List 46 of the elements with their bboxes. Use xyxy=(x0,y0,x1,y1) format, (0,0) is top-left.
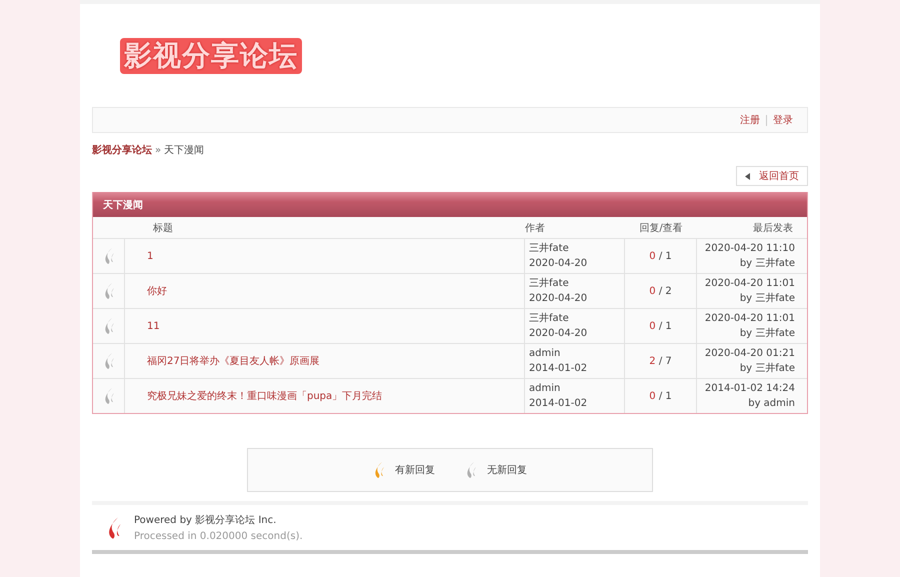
post-date: 2014-01-02 xyxy=(529,362,588,376)
last-post-time: 2014-01-02 14:24 xyxy=(704,382,795,396)
thread-title-link[interactable]: 你好 xyxy=(147,284,167,298)
thread-title-link[interactable]: 究极兄妹之爱的终末！重口味漫画「pupa」下月完结 xyxy=(147,389,382,403)
thread-title-link[interactable]: 福冈27日将举办《夏目友人帐》原画展 xyxy=(147,354,320,368)
last-post-time: 2020-04-20 11:01 xyxy=(704,312,795,326)
author-name[interactable]: 三井fate xyxy=(529,241,569,256)
last-post-author[interactable]: by 三井fate xyxy=(740,291,795,306)
author-name[interactable]: admin xyxy=(529,381,560,396)
column-header: 回复/查看 xyxy=(638,222,684,234)
post-date: 2020-04-20 xyxy=(529,327,588,341)
thread-title-link[interactable]: 1 xyxy=(147,250,154,262)
post-date: 2014-01-02 xyxy=(529,397,588,411)
nav-link[interactable]: 登录 xyxy=(773,113,793,127)
reply-view-count: 0 / 1 xyxy=(649,250,672,262)
back-home-button[interactable]: 返回首页 xyxy=(736,166,808,186)
last-post-time: 2020-04-20 11:01 xyxy=(704,277,795,291)
column-header: 标题 xyxy=(152,222,174,234)
author-name[interactable]: admin xyxy=(529,346,560,361)
breadcrumb-current: 天下漫闻 xyxy=(164,144,204,157)
post-date: 2020-04-20 xyxy=(529,257,588,271)
reply-view-count: 2 / 7 xyxy=(649,356,672,366)
author-name[interactable]: 三井fate xyxy=(529,311,569,326)
nav-link[interactable]: 注册 xyxy=(740,113,760,127)
reply-view-count: 0 / 2 xyxy=(649,286,672,296)
last-post-author[interactable]: by 三井fate xyxy=(740,326,795,341)
last-post-author[interactable]: by admin xyxy=(748,396,795,411)
column-header: 作者 xyxy=(524,222,546,234)
author-name[interactable]: 三井fate xyxy=(529,276,569,291)
legend-label: 有新回复 xyxy=(395,464,435,477)
breadcrumb-link[interactable]: 影视分享论坛 xyxy=(92,143,152,157)
left-triangle-icon xyxy=(745,172,750,180)
breadcrumb-separator: » xyxy=(155,144,162,156)
legend-label: 无新回复 xyxy=(487,464,527,477)
forum-title: 天下漫闻 xyxy=(103,198,143,212)
thread-title-link[interactable]: 11 xyxy=(147,320,160,332)
post-date: 2020-04-20 xyxy=(529,292,588,306)
reply-view-count: 0 / 1 xyxy=(649,390,672,402)
powered-by-text: Powered by 影视分享论坛 Inc. xyxy=(134,514,278,527)
reply-view-count: 0 / 1 xyxy=(649,320,672,332)
last-post-author[interactable]: by 三井fate xyxy=(740,256,795,271)
last-post-time: 2020-04-20 11:10 xyxy=(704,242,795,256)
last-post-author[interactable]: by 三井fate xyxy=(740,361,795,376)
column-header: 最后发表 xyxy=(752,222,794,234)
processed-time-text: Processed in 0.020000 second(s). xyxy=(134,531,303,542)
last-post-time: 2020-04-20 01:21 xyxy=(704,347,795,361)
